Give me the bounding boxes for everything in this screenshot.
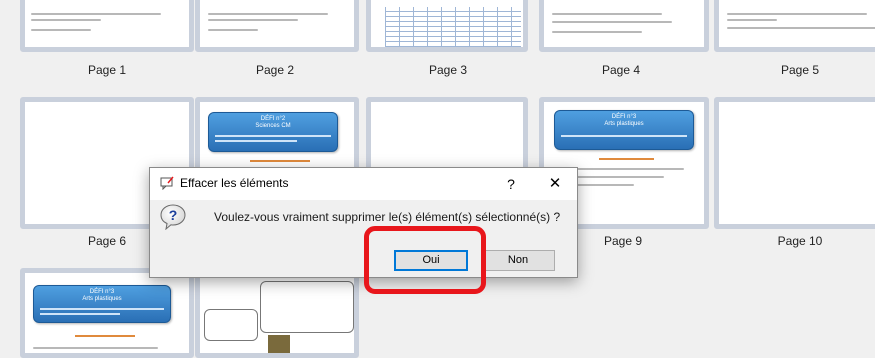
close-button[interactable]: ✕ [538,171,572,197]
defi-subtitle: Sciences CM [255,123,291,129]
page-sorter-view: { "pages": [ {"label": "Page 1"}, {"labe… [0,0,875,358]
help-button[interactable]: ? [498,171,524,197]
defi-text-line [561,135,687,137]
text-line [33,347,158,349]
defi-text-line [40,308,164,310]
defi-title: DÉFI n°3 [611,114,637,120]
no-button[interactable]: Non [481,250,555,271]
text-line [31,13,161,15]
table-grid [385,7,521,47]
text-line [727,13,867,15]
page-thumbnail-2[interactable] [195,0,359,52]
page-label: Page 1 [87,63,127,77]
page-label: Page 5 [780,63,820,77]
text-line [208,29,258,31]
defi-text-line [215,135,331,137]
highlight-annotation [364,226,486,294]
artwork-image [268,335,290,353]
defi-banner: DÉFI n°3 Arts plastiques [33,285,171,323]
text-line [31,29,91,31]
text-line [552,13,662,15]
text-line [552,31,642,33]
speech-bubble-shape [204,309,258,341]
defi-text-line [215,140,297,142]
orange-heading-line [599,158,654,160]
text-line [31,19,101,21]
defi-title: DÉFI n°3 [89,289,115,295]
dialog-title: Effacer les éléments [180,176,289,190]
question-icon: ? [160,204,186,230]
svg-text:?: ? [169,207,178,223]
edit-comment-icon [160,176,174,190]
text-line [552,21,672,23]
text-line [208,19,298,21]
page-thumbnail-1[interactable] [20,0,194,52]
page-thumbnail-10[interactable] [714,97,875,229]
text-line [208,13,328,15]
page-thumbnail-3[interactable] [366,0,528,52]
page-label: Page 4 [601,63,641,77]
page-thumbnail-12[interactable] [195,268,359,358]
defi-banner: DÉFI n°3 Arts plastiques [554,110,694,150]
page-thumbnail-5[interactable] [714,0,875,52]
text-line [727,27,875,29]
page-thumbnail-4[interactable] [539,0,709,52]
defi-subtitle: Arts plastiques [604,121,644,127]
page-label: Page 10 [777,234,823,248]
defi-title: DÉFI n°2 [260,116,286,122]
orange-heading-line [250,160,310,162]
defi-text-line [40,313,120,315]
defi-subtitle: Arts plastiques [82,296,122,302]
page-thumbnail-11[interactable]: DÉFI n°3 Arts plastiques [20,268,194,358]
defi-banner: DÉFI n°2 Sciences CM [208,112,338,152]
page-label: Page 2 [255,63,295,77]
dialog-message: Voulez-vous vraiment supprimer le(s) élé… [214,210,561,224]
page-label: Page 3 [428,63,468,77]
orange-heading-line [75,335,135,337]
speech-bubble-shape [260,281,354,333]
text-line [727,19,777,21]
